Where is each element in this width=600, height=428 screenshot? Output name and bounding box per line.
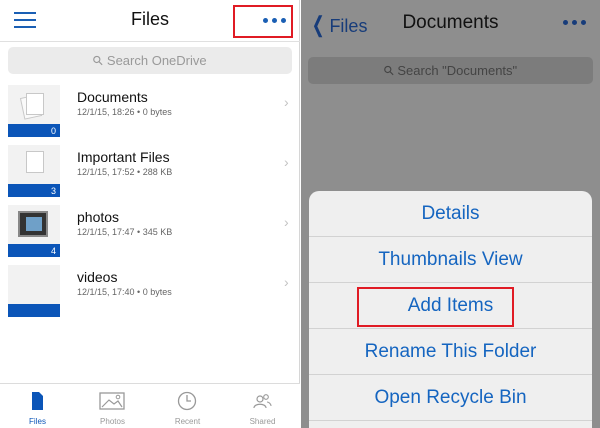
- details-button[interactable]: Details: [309, 191, 592, 237]
- file-name: Documents: [77, 89, 148, 105]
- tab-shared[interactable]: Shared: [225, 384, 300, 428]
- item-count: 0: [50, 126, 56, 136]
- people-icon: [253, 394, 272, 409]
- tab-bar: Files Photos Recent Shared: [0, 383, 300, 428]
- page-title: Documents: [402, 12, 499, 33]
- file-icon: [32, 392, 43, 410]
- search-input[interactable]: ⚲Search OneDrive: [8, 47, 292, 74]
- file-meta: 12/1/15, 18:26 • 0 bytes: [77, 107, 172, 117]
- folder-thumbnail: 0: [8, 85, 60, 137]
- file-meta: 12/1/15, 17:40 • 0 bytes: [77, 287, 172, 297]
- tab-files[interactable]: Files: [0, 384, 75, 428]
- document-icon: [26, 151, 44, 173]
- file-name: videos: [77, 269, 118, 285]
- folder-thumbnail: [8, 265, 60, 317]
- clock-icon: [177, 391, 197, 411]
- file-row-videos[interactable]: videos 12/1/15, 17:40 • 0 bytes ›: [0, 265, 300, 325]
- files-screen: Files ⚲Search OneDrive 0 Documents 12/1/…: [0, 0, 300, 428]
- folder-thumbnail: 3: [8, 145, 60, 197]
- open-recycle-bin-button[interactable]: Open Recycle Bin: [309, 375, 592, 421]
- chevron-right-icon: ›: [284, 94, 289, 110]
- photo-icon: [18, 211, 48, 237]
- folder-thumbnail: 4: [8, 205, 60, 257]
- ellipsis-icon: [263, 18, 286, 23]
- documents-screen: ❮ Files Documents ⚲Search "Documents" Det…: [301, 0, 600, 428]
- tab-label: Files: [29, 417, 46, 426]
- tab-photos[interactable]: Photos: [75, 384, 150, 428]
- tab-label: Photos: [100, 417, 125, 426]
- documents-nav-bar: ❮ Files Documents: [301, 0, 600, 48]
- highlight-box: [357, 287, 514, 327]
- thumbnails-view-button[interactable]: Thumbnails View: [309, 237, 592, 283]
- more-options-button[interactable]: [233, 5, 293, 38]
- document-icon: [26, 93, 44, 115]
- file-row-documents[interactable]: 0 Documents 12/1/15, 18:26 • 0 bytes ›: [0, 85, 300, 145]
- ellipsis-icon[interactable]: [563, 20, 586, 25]
- search-input[interactable]: ⚲Search "Documents": [308, 57, 593, 84]
- file-meta: 12/1/15, 17:52 • 288 KB: [77, 167, 173, 177]
- item-count: 4: [50, 246, 56, 256]
- file-row-photos[interactable]: 4 photos 12/1/15, 17:47 • 345 KB ›: [0, 205, 300, 265]
- file-row-important-files[interactable]: 3 Important Files 12/1/15, 17:52 • 288 K…: [0, 145, 300, 205]
- image-icon: [99, 392, 125, 410]
- search-placeholder: Search "Documents": [397, 63, 518, 78]
- item-count: 3: [50, 186, 56, 196]
- tab-label: Recent: [174, 417, 201, 426]
- tab-label: Shared: [249, 417, 276, 426]
- tab-recent[interactable]: Recent: [150, 384, 225, 428]
- file-name: Important Files: [77, 149, 170, 165]
- search-placeholder: Search OneDrive: [106, 53, 207, 68]
- chevron-right-icon: ›: [284, 154, 289, 170]
- chevron-right-icon: ›: [284, 274, 289, 290]
- files-nav-bar: Files: [0, 0, 300, 42]
- file-meta: 12/1/15, 17:47 • 345 KB: [77, 227, 173, 237]
- rename-folder-button[interactable]: Rename This Folder: [309, 329, 592, 375]
- chevron-right-icon: ›: [284, 214, 289, 230]
- file-name: photos: [77, 209, 120, 225]
